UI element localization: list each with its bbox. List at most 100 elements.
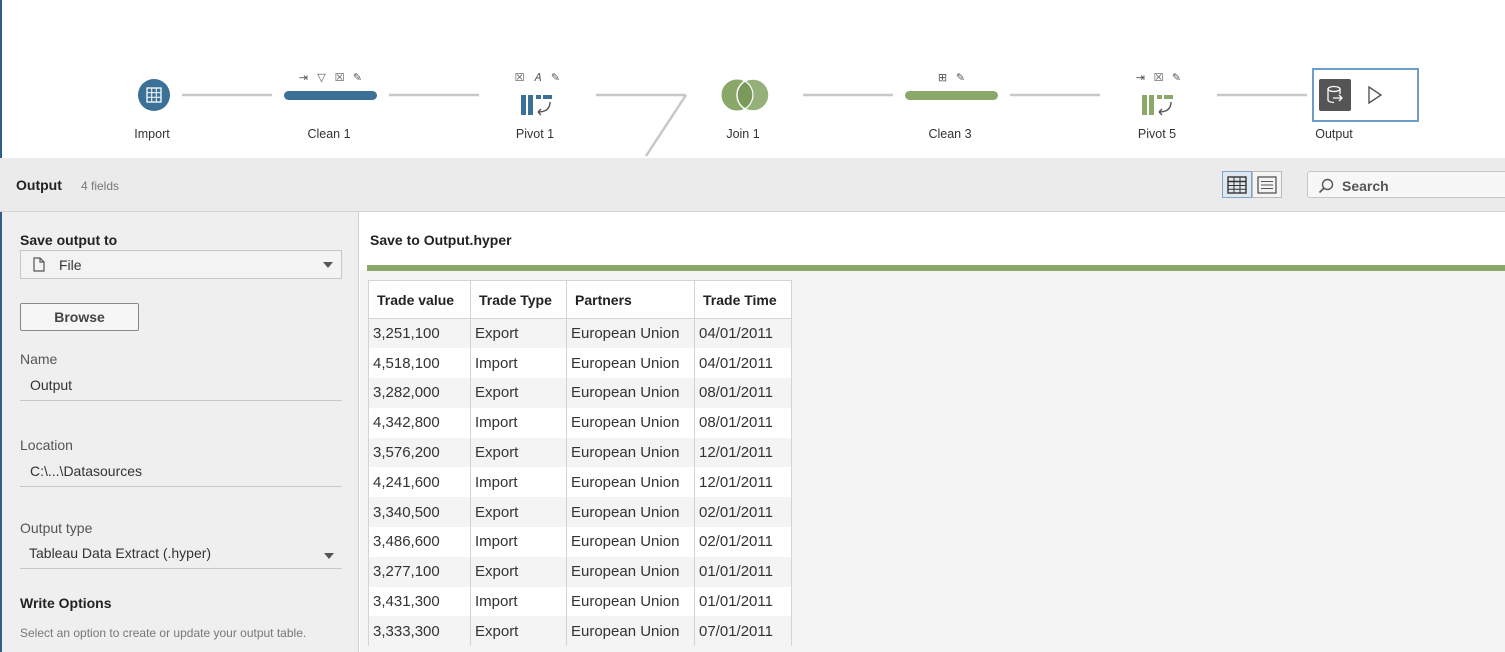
table-cell: European Union: [566, 467, 695, 498]
table-cell: European Union: [566, 586, 695, 617]
table-row: 4,518,100 Import European Union 04/01/2011: [368, 348, 792, 379]
table-cell: European Union: [566, 348, 695, 379]
remove-field-icon: ☒: [1153, 72, 1164, 84]
pivot-icon: [1142, 95, 1173, 116]
panel-title: Output: [16, 177, 62, 193]
table-cell: 4,342,800: [368, 407, 471, 438]
table-cell: Export: [470, 318, 567, 349]
column-header[interactable]: Trade value: [368, 280, 471, 319]
table-row: 4,241,600 Import European Union 12/01/2011: [368, 467, 792, 498]
table-cell: European Union: [566, 407, 695, 438]
chevron-down-icon: [323, 262, 333, 268]
table-cell: European Union: [566, 616, 695, 647]
edit-icon: ✎: [352, 72, 363, 84]
table-cell: 08/01/2011: [694, 407, 792, 438]
table-cell: European Union: [566, 437, 695, 468]
table-cell: 3,576,200: [368, 437, 471, 468]
name-field[interactable]: Output: [20, 371, 342, 401]
table-cell: Import: [470, 586, 567, 617]
table-cell: European Union: [566, 378, 695, 408]
write-options-hint: Select an option to create or update you…: [20, 626, 307, 640]
table-cell: 12/01/2011: [694, 467, 792, 498]
table-cell: 3,277,100: [368, 556, 471, 587]
table-row: 3,282,000 Export European Union 08/01/2011: [368, 378, 792, 408]
table-cell: 4,518,100: [368, 348, 471, 379]
flow-step-label: Clean 3: [928, 127, 972, 141]
pivot-icon: [521, 95, 552, 116]
table-cell: European Union: [566, 527, 695, 557]
flow-step-label: Clean 1: [307, 127, 351, 141]
table-cell: 02/01/2011: [694, 527, 792, 557]
column-header[interactable]: Trade Time: [694, 280, 792, 319]
table-cell: 3,486,600: [368, 527, 471, 557]
table-view-button[interactable]: [1222, 171, 1252, 198]
preview-panel: Save to Output.hyper Trade value Trade T…: [360, 212, 1505, 652]
save-status-bar: Save to Output.hyper: [360, 212, 1505, 270]
save-output-to-select[interactable]: File: [20, 250, 342, 279]
table-row: 4,342,800 Import European Union 08/01/2011: [368, 407, 792, 438]
field-count: 4 fields: [81, 179, 120, 193]
flow-canvas: Import ⇥ ▽ ☒ ✎ Clean 1 ☒ 𝐴 ✎ Pivot 1 Joi…: [0, 0, 1505, 158]
flow-step-label: Output: [1315, 127, 1353, 141]
output-header: Output 4 fields Search: [0, 158, 1505, 212]
settings-panel: Save output to File Browse Name Output L…: [0, 212, 359, 652]
table-row: 3,333,300 Export European Union 07/01/2011: [368, 616, 792, 647]
save-output-to-value: File: [59, 257, 82, 273]
remove-field-icon: ☒: [514, 72, 525, 84]
table-row: 3,251,100 Export European Union 04/01/2011: [368, 318, 792, 349]
rename-field-icon: ⇥: [298, 72, 309, 84]
table-row: 3,431,300 Import European Union 01/01/2011: [368, 586, 792, 617]
table-cell: 01/01/2011: [694, 556, 792, 587]
output-type-select[interactable]: Tableau Data Extract (.hyper): [20, 539, 342, 569]
column-header[interactable]: Partners: [566, 280, 695, 319]
clean-step-icon: [284, 91, 377, 100]
edit-icon: ✎: [550, 72, 561, 84]
table-cell: 3,431,300: [368, 586, 471, 617]
search-input[interactable]: Search: [1307, 171, 1505, 198]
flow-step-label: Join 1: [726, 127, 760, 141]
table-cell: Import: [470, 407, 567, 438]
search-placeholder: Search: [1342, 178, 1389, 194]
flow-step-label: Pivot 5: [1137, 127, 1177, 141]
output-preview-table: Trade value Trade Type Partners Trade Ti…: [368, 280, 792, 647]
table-icon: [138, 79, 170, 111]
browse-button[interactable]: Browse: [20, 303, 139, 331]
column-header[interactable]: Trade Type: [470, 280, 567, 319]
table-cell: European Union: [566, 556, 695, 587]
table-cell: 07/01/2011: [694, 616, 792, 647]
edit-icon: ✎: [1171, 72, 1182, 84]
table-cell: 12/01/2011: [694, 437, 792, 468]
table-cell: 3,251,100: [368, 318, 471, 349]
table-row: 3,277,100 Export European Union 01/01/2011: [368, 556, 792, 587]
table-cell: Export: [470, 556, 567, 587]
save-title: Save to Output.hyper: [370, 232, 512, 248]
table-cell: Export: [470, 378, 567, 408]
step-change-icons: ☒ 𝐴 ✎: [513, 72, 562, 85]
table-cell: 3,333,300: [368, 616, 471, 647]
table-cell: Export: [470, 616, 567, 647]
clean-step-icon: [905, 91, 998, 100]
flow-step-label: Pivot 1: [515, 127, 555, 141]
table-cell: Import: [470, 467, 567, 498]
run-flow-play-icon[interactable]: [1367, 86, 1383, 104]
merge-field-icon: ⊞: [937, 72, 948, 84]
table-cell: 3,340,500: [368, 497, 471, 528]
step-change-icons: ⇥ ▽ ☒ ✎: [297, 72, 364, 85]
rename-field-icon: ⇥: [1135, 72, 1146, 84]
location-field[interactable]: C:\...\Datasources: [20, 457, 342, 487]
output-icon: [1319, 79, 1351, 111]
table-view-icon: [1227, 175, 1247, 194]
table-header-row: Trade value Trade Type Partners Trade Ti…: [368, 280, 792, 319]
table-cell: European Union: [566, 497, 695, 528]
output-type-value: Tableau Data Extract (.hyper): [29, 545, 212, 561]
name-label: Name: [20, 351, 58, 367]
list-view-button[interactable]: [1252, 171, 1282, 198]
file-icon: [33, 257, 45, 272]
chevron-down-icon: [324, 553, 334, 559]
table-cell: European Union: [566, 318, 695, 349]
rename-icon: 𝐴: [533, 72, 542, 84]
step-change-icons: ⇥ ☒ ✎: [1134, 72, 1183, 85]
edit-icon: ✎: [955, 72, 966, 84]
table-cell: 04/01/2011: [694, 318, 792, 349]
list-view-icon: [1257, 175, 1277, 194]
